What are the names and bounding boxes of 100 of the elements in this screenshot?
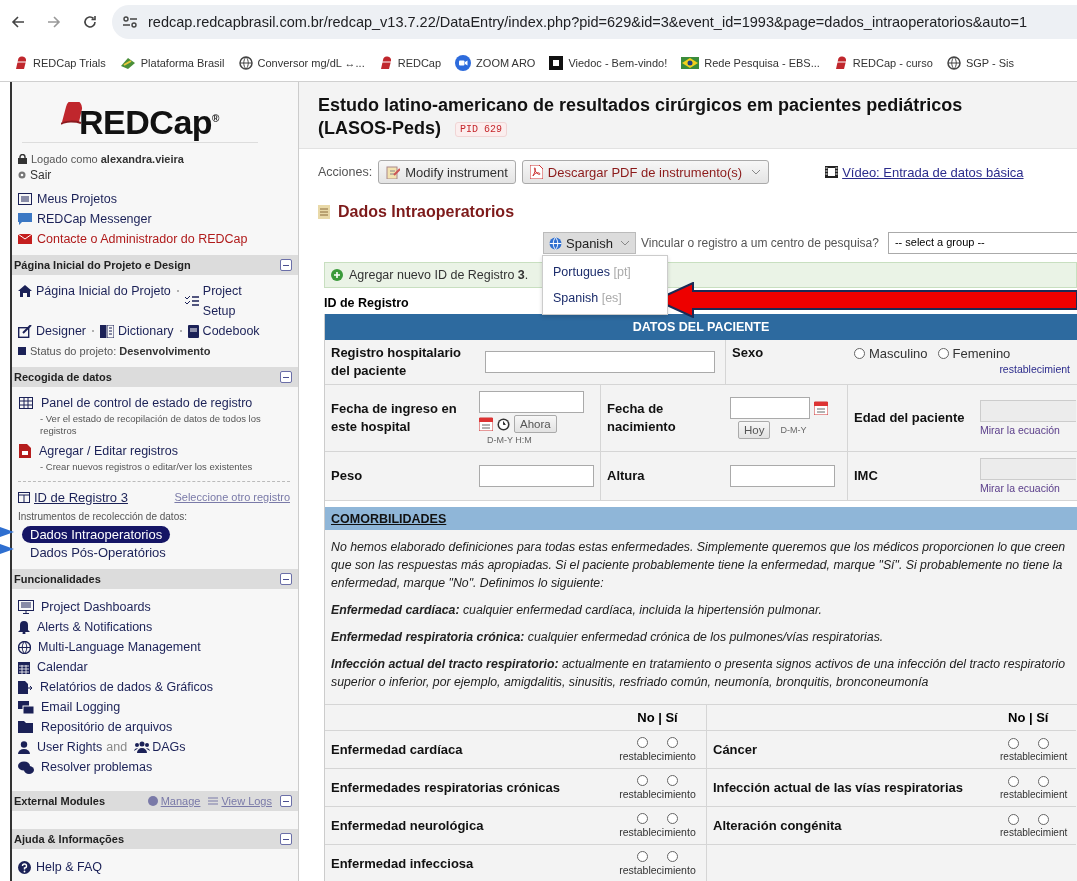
collapse-button[interactable]: [280, 833, 292, 845]
logout-link[interactable]: Sair: [30, 168, 52, 182]
radio-button[interactable]: [1008, 775, 1019, 787]
nav-link[interactable]: Resolver problemas: [41, 760, 153, 774]
now-button[interactable]: Ahora: [514, 415, 557, 433]
nav-link[interactable]: Calendar: [37, 660, 88, 674]
instrument-link[interactable]: Dados Intraoperatorios: [22, 526, 171, 543]
forward-icon: [46, 14, 62, 30]
bookmark[interactable]: REDCap - curso: [833, 55, 933, 70]
nav-link[interactable]: Designer: [36, 321, 87, 341]
square-icon: [549, 55, 564, 70]
bookmark[interactable]: ZOOM ARO: [455, 54, 536, 71]
radio-button[interactable]: [667, 851, 678, 862]
nav-link[interactable]: Multi-Language Management: [38, 640, 201, 654]
radio-button[interactable]: [854, 348, 865, 359]
instructions-text: No hemos elaborado definiciones para todas estas enfermedades. Simplemente queremos que los médicos proporcionen lo que creen que son las respuestas más apropiadas. Si el paciente probablemente tiene la enfermedad, marque "Sí". Si probablemente no tiene la enfermedad, marque "No". Definimos lo siguiente:: [331, 539, 1067, 592]
bookmark[interactable]: Rede Pesquisa - EBS...: [681, 56, 820, 69]
collapse-button[interactable]: [280, 259, 292, 271]
address-bar[interactable]: redcap.redcapbrasil.com.br/redcap_v13.7.22/DataEntry/index.php?pid=629&id=3&event_id=1993&page=dados_intraoperatorios&auto=1: [112, 5, 1077, 39]
record-link[interactable]: ID de Registro 3: [34, 489, 128, 505]
bookmark[interactable]: Conversor mg/dL ↔...: [238, 55, 365, 70]
nav-link[interactable]: User Rights: [37, 740, 103, 754]
collapse-button[interactable]: [280, 795, 292, 807]
video-link[interactable]: Vídeo: Entrada de datos básica: [842, 164, 1024, 180]
nav-link[interactable]: Relatórios de dados & Gráficos: [40, 680, 213, 694]
bookmark[interactable]: REDCap Trials: [14, 55, 106, 70]
reset-link[interactable]: restablecimient: [999, 363, 1070, 375]
definition-text: Enfermedad respiratoria crónica: cualquier enfermedad crónica de los pulmones/vías respiratorias.: [331, 629, 885, 646]
nav-link[interactable]: Codebook: [202, 321, 260, 341]
reset-link[interactable]: restablecimiento: [619, 864, 696, 876]
nav-link[interactable]: Panel de control de estado de registro: [41, 396, 253, 410]
checklist-icon: [184, 295, 199, 307]
option-label: Masculino: [869, 346, 928, 361]
bookmark[interactable]: Viedoc - Bem-vindo!: [549, 55, 668, 70]
reset-link[interactable]: restablecimiento: [619, 750, 696, 762]
nav-link[interactable]: Contacte o Administrador do REDCap: [37, 232, 248, 246]
nav-link[interactable]: Help & FAQ: [36, 860, 102, 874]
select-record-link[interactable]: Seleccione otro registro: [174, 491, 290, 503]
input-field[interactable]: [485, 351, 715, 373]
reset-link[interactable]: restablecimient: [1000, 788, 1068, 800]
flag-icon: [681, 56, 700, 69]
nav-link[interactable]: Meus Projetos: [37, 192, 117, 206]
instrument-link[interactable]: Dados Pós-Operatórios: [22, 544, 174, 561]
input-field[interactable]: [479, 465, 594, 487]
bookmark[interactable]: REDCap: [378, 55, 442, 70]
nav-link[interactable]: REDCap Messenger: [37, 212, 152, 226]
radio-button[interactable]: [1008, 737, 1019, 749]
radio-button[interactable]: [1038, 775, 1049, 787]
instruments-label: Instrumentos de recolección de datos:: [18, 510, 187, 522]
collapse-button[interactable]: [280, 573, 292, 585]
nav-link[interactable]: Project Dashboards: [41, 600, 151, 614]
input-field[interactable]: [479, 391, 584, 413]
help-icon: [18, 860, 31, 874]
user-icon: [18, 740, 30, 754]
section-title: Ajuda & Informações: [14, 833, 125, 845]
chat-icon: [18, 213, 32, 225]
menu-item[interactable]: Spanish [es]: [543, 285, 667, 311]
reset-link[interactable]: restablecimiento: [619, 826, 696, 838]
chat-icon: [18, 760, 34, 774]
radio-button[interactable]: [1038, 813, 1049, 825]
nav-link[interactable]: Alerts & Notifications: [37, 620, 153, 634]
action-button[interactable]: Modify instrument: [378, 160, 516, 184]
calendar-icon: [18, 660, 30, 674]
field-label: Fecha de nacimiento: [607, 400, 677, 436]
question-label: Enfermedad cardíaca: [331, 742, 463, 757]
reset-link[interactable]: restablecimiento: [619, 788, 696, 800]
radio-button[interactable]: [637, 775, 648, 786]
bookmark[interactable]: SGP - Sis: [946, 55, 1014, 70]
radio-button[interactable]: [667, 775, 678, 786]
nav-link[interactable]: Página Inicial do Projeto: [36, 281, 171, 301]
nav-link[interactable]: Project Setup: [202, 281, 273, 321]
language-button[interactable]: Spanish: [543, 232, 636, 254]
today-button[interactable]: Hoy: [738, 421, 771, 439]
nav-link[interactable]: Agregar / Editar registros: [39, 444, 178, 458]
equation-link[interactable]: Mirar la ecuación: [980, 424, 1076, 436]
input-field[interactable]: [730, 465, 835, 487]
reset-link[interactable]: restablecimient: [1000, 750, 1068, 762]
book-icon: [100, 324, 115, 338]
radio-button[interactable]: [637, 737, 648, 748]
nav-link[interactable]: Repositório de arquivos: [41, 720, 173, 734]
collapse-button[interactable]: [280, 371, 292, 383]
radio-button[interactable]: [667, 737, 678, 748]
radio-button[interactable]: [637, 851, 648, 862]
radio-button[interactable]: [1008, 813, 1019, 825]
nav-link[interactable]: DAGs: [152, 740, 186, 754]
radio-button[interactable]: [937, 348, 949, 359]
radio-button[interactable]: [667, 813, 678, 824]
menu-item[interactable]: Portugues [pt]: [543, 259, 667, 285]
action-button[interactable]: Descargar PDF de instrumento(s): [521, 160, 770, 184]
input-field[interactable]: [730, 397, 810, 419]
nav-link[interactable]: Dictionary: [118, 321, 174, 341]
bookmark[interactable]: Plataforma Brasil: [119, 55, 225, 70]
reset-link[interactable]: restablecimient: [1000, 826, 1068, 838]
group-select[interactable]: -- select a group --: [887, 232, 1077, 254]
radio-button[interactable]: [1038, 737, 1049, 749]
equation-link[interactable]: Mirar la ecuación: [980, 482, 1076, 494]
radio-button[interactable]: [637, 813, 648, 824]
nav-link[interactable]: Email Logging: [41, 700, 121, 714]
globe-icon: [18, 640, 31, 654]
camera-icon: [455, 54, 472, 71]
